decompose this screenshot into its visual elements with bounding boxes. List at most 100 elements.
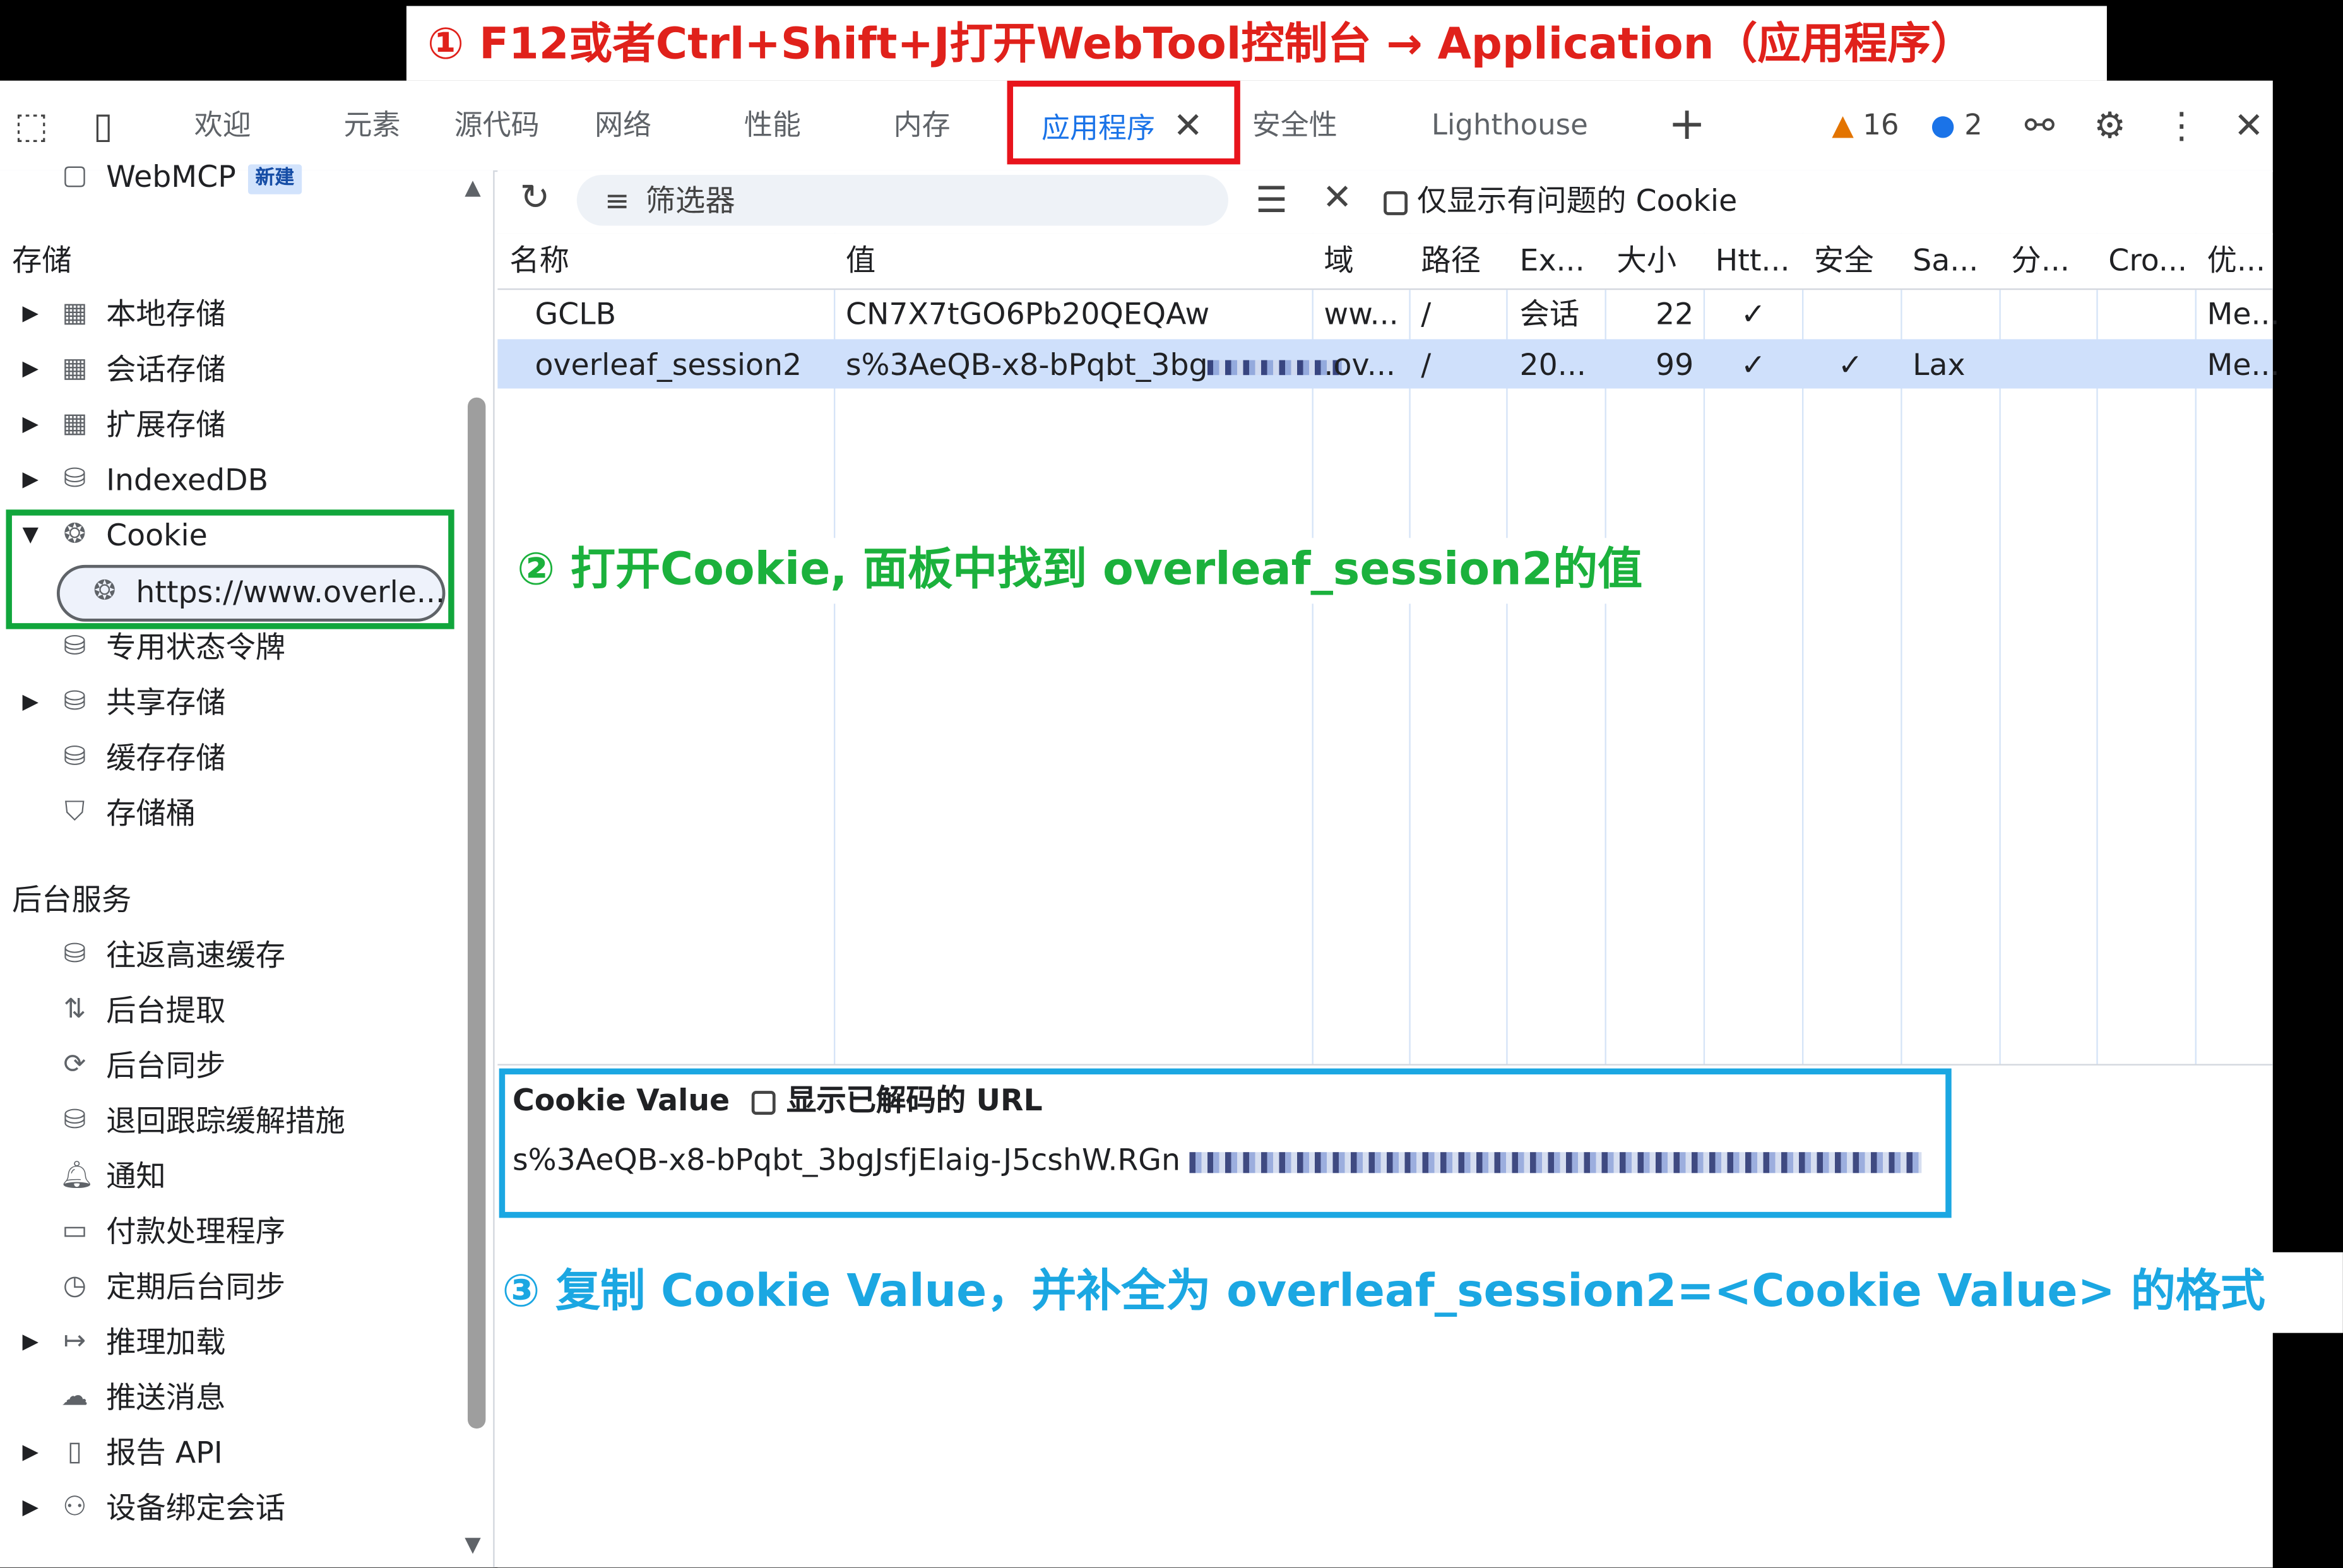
grid-icon: ▦ (62, 408, 88, 439)
table-row-cell[interactable]: 99 (1656, 339, 1693, 389)
only-issues-label: 仅显示有问题的 Cookie (1417, 182, 1738, 218)
gear-icon[interactable]: ⚙ (2087, 105, 2132, 146)
cookie-value-header: Cookie Value 显示已解码的 URL (513, 1079, 1043, 1120)
filter-placeholder: 筛选器 (645, 182, 735, 218)
expand-arrow-icon[interactable]: ▶ (23, 1481, 39, 1535)
cookie-value-text[interactable]: s%3AeQB-x8-bPqbt_3bgJsfjElaig-J5cshW.RGn (512, 1136, 1922, 1184)
table-row-cell[interactable]: 22 (1656, 288, 1693, 339)
sidebar-item-label: 推送消息 (106, 1379, 226, 1415)
inspect-element-icon[interactable]: ⬚ (9, 105, 54, 146)
expand-arrow-icon[interactable]: ▶ (23, 287, 39, 341)
tab-security[interactable]: 安全性 (1252, 81, 1338, 170)
only-issues-toggle[interactable]: 仅显示有问题的 Cookie (1384, 175, 1737, 225)
sidebar-item-label: 定期后台同步 (106, 1268, 286, 1305)
expand-arrow-icon[interactable]: ▶ (23, 675, 39, 729)
sidebar-item-label: 后台提取 (106, 992, 226, 1028)
table-row-cell[interactable]: 20... (1520, 339, 1586, 389)
column-header-cross-site[interactable]: Cro... (2108, 235, 2187, 285)
table-row-cell[interactable]: Me... (2207, 288, 2280, 339)
database-icon: ⛁ (63, 938, 86, 970)
table-row-cell[interactable]: GCLB (535, 288, 616, 339)
plus-icon[interactable]: + (1664, 102, 1709, 147)
scroll-down-arrow-icon[interactable]: ▼ (465, 1533, 481, 1557)
column-header-value[interactable]: 值 (846, 235, 875, 285)
storage-section-header: 存储 (11, 242, 72, 278)
only-issues-checkbox[interactable] (1384, 190, 1408, 215)
column-header-httponly[interactable]: Htt... (1716, 235, 1790, 285)
messages-counter[interactable]: ● 2 (1931, 81, 1983, 170)
device-toolbar-icon[interactable]: ▯ (81, 105, 126, 146)
sidebar-item-label: IndexedDB (106, 461, 269, 498)
cookie-value-visible: s%3AeQB-x8-bPqbt_3bgJsfjElaig-J5cshW.RGn (512, 1141, 1180, 1178)
message-icon: ● (1930, 109, 1955, 142)
database-icon: ⛁ (63, 686, 86, 718)
table-row-cell[interactable]: CN7X7tGO6Pb20QEQAw (846, 288, 1209, 339)
sidebar-item-label: 专用状态令牌 (106, 629, 286, 665)
column-header-expires[interactable]: Ex... (1520, 235, 1585, 285)
step1-annotation: ① F12或者Ctrl+Shift+J打开WebTool控制台 → Applic… (406, 6, 2107, 81)
table-row-cell[interactable]: 会话 (1520, 288, 1580, 339)
clear-all-icon[interactable]: ☰ (1249, 179, 1294, 221)
table-row-cell[interactable]: Lax (1913, 339, 1965, 389)
sidebar-item-label: 设备绑定会话 (106, 1490, 286, 1526)
sidebar-item-label: 退回跟踪缓解措施 (106, 1103, 345, 1139)
delete-selected-icon[interactable]: ✕ (1315, 176, 1360, 218)
column-header-partition[interactable]: 分... (2011, 235, 2070, 285)
cloud-icon: ☁ (61, 1381, 88, 1413)
tab-elements[interactable]: 元素 (343, 81, 400, 170)
scroll-up-arrow-icon[interactable]: ▲ (465, 176, 481, 200)
tab-performance[interactable]: 性能 (744, 81, 801, 170)
card-icon: ▭ (62, 1215, 88, 1247)
close-devtools-icon[interactable]: ✕ (2226, 105, 2271, 146)
tab-lighthouse[interactable]: Lighthouse (1432, 81, 1588, 170)
sync-icon: ⟳ (63, 1048, 86, 1081)
column-header-size[interactable]: 大小 (1616, 235, 1676, 285)
table-row-cell[interactable]: / (1421, 288, 1431, 339)
sidebar-item-label: 推理加载 (106, 1324, 226, 1360)
expand-arrow-icon[interactable]: ▶ (23, 1315, 39, 1369)
more-vert-icon[interactable]: ⋮ (2159, 105, 2204, 146)
table-row-cell[interactable]: ww... (1324, 288, 1398, 339)
table-row-cell[interactable]: ✓ (1741, 339, 1766, 389)
tab-sources[interactable]: 源代码 (454, 81, 540, 170)
table-row-cell[interactable]: s%3AeQB-x8-bPqbt_3bg (846, 339, 1343, 389)
expand-arrow-icon[interactable]: ▶ (23, 1425, 39, 1479)
column-header-priority[interactable]: 优... (2207, 235, 2266, 285)
column-header-name[interactable]: 名称 (509, 235, 569, 285)
tab-network[interactable]: 网络 (595, 81, 651, 170)
expand-arrow-icon[interactable]: ▶ (23, 453, 39, 506)
background-services-header: 后台服务 (11, 881, 132, 918)
tab-memory[interactable]: 内存 (894, 81, 951, 170)
sidebar-item-label: WebMCP (106, 158, 236, 194)
column-header-path[interactable]: 路径 (1421, 235, 1481, 285)
column-header-domain[interactable]: 域 (1324, 235, 1353, 285)
screenshot-stage: ① F12或者Ctrl+Shift+J打开WebTool控制台 → Applic… (0, 0, 2343, 1568)
cookie-value-prefix: s%3AeQB-x8-bPqbt_3bg (845, 347, 1208, 383)
sidebar-item-label: 付款处理程序 (106, 1213, 286, 1250)
cookie-value-title: Cookie Value (512, 1081, 730, 1118)
refresh-icon[interactable]: ↻ (513, 176, 557, 218)
warnings-counter[interactable]: ▲ 16 (1832, 81, 1899, 170)
sidebar-item-label: 报告 API (106, 1434, 223, 1471)
expand-arrow-icon[interactable]: ▶ (23, 342, 39, 396)
sidebar-item-label: 存储桶 (106, 795, 196, 831)
table-row-cell[interactable]: .ov... (1324, 339, 1396, 389)
column-header-secure[interactable]: 安全 (1814, 235, 1874, 285)
table-header (497, 233, 2273, 290)
warning-count: 16 (1863, 109, 1899, 142)
table-row-cell[interactable]: Me... (2207, 339, 2280, 389)
table-row-cell[interactable]: ✓ (1741, 288, 1766, 339)
step2-annotation: ② 打开Cookie, 面板中找到 overleaf_session2的值 (517, 538, 1661, 604)
expand-arrow-icon[interactable]: ▶ (23, 398, 39, 451)
sidebar-item-label: 共享存储 (106, 684, 226, 721)
show-decoded-checkbox[interactable] (752, 1090, 776, 1114)
database-icon: ⛁ (63, 631, 86, 662)
table-row-cell[interactable]: / (1421, 339, 1431, 389)
table-row-cell[interactable]: ✓ (1838, 339, 1863, 389)
redacted-block (1189, 1151, 1922, 1173)
document-icon: ▯ (67, 1435, 83, 1468)
column-header-samesite[interactable]: Sa... (1913, 235, 1978, 285)
sidebar-scrollbar[interactable] (467, 397, 486, 1429)
customize-icon[interactable]: ⚯ (2017, 105, 2062, 146)
table-row-cell[interactable]: overleaf_session2 (535, 339, 802, 389)
